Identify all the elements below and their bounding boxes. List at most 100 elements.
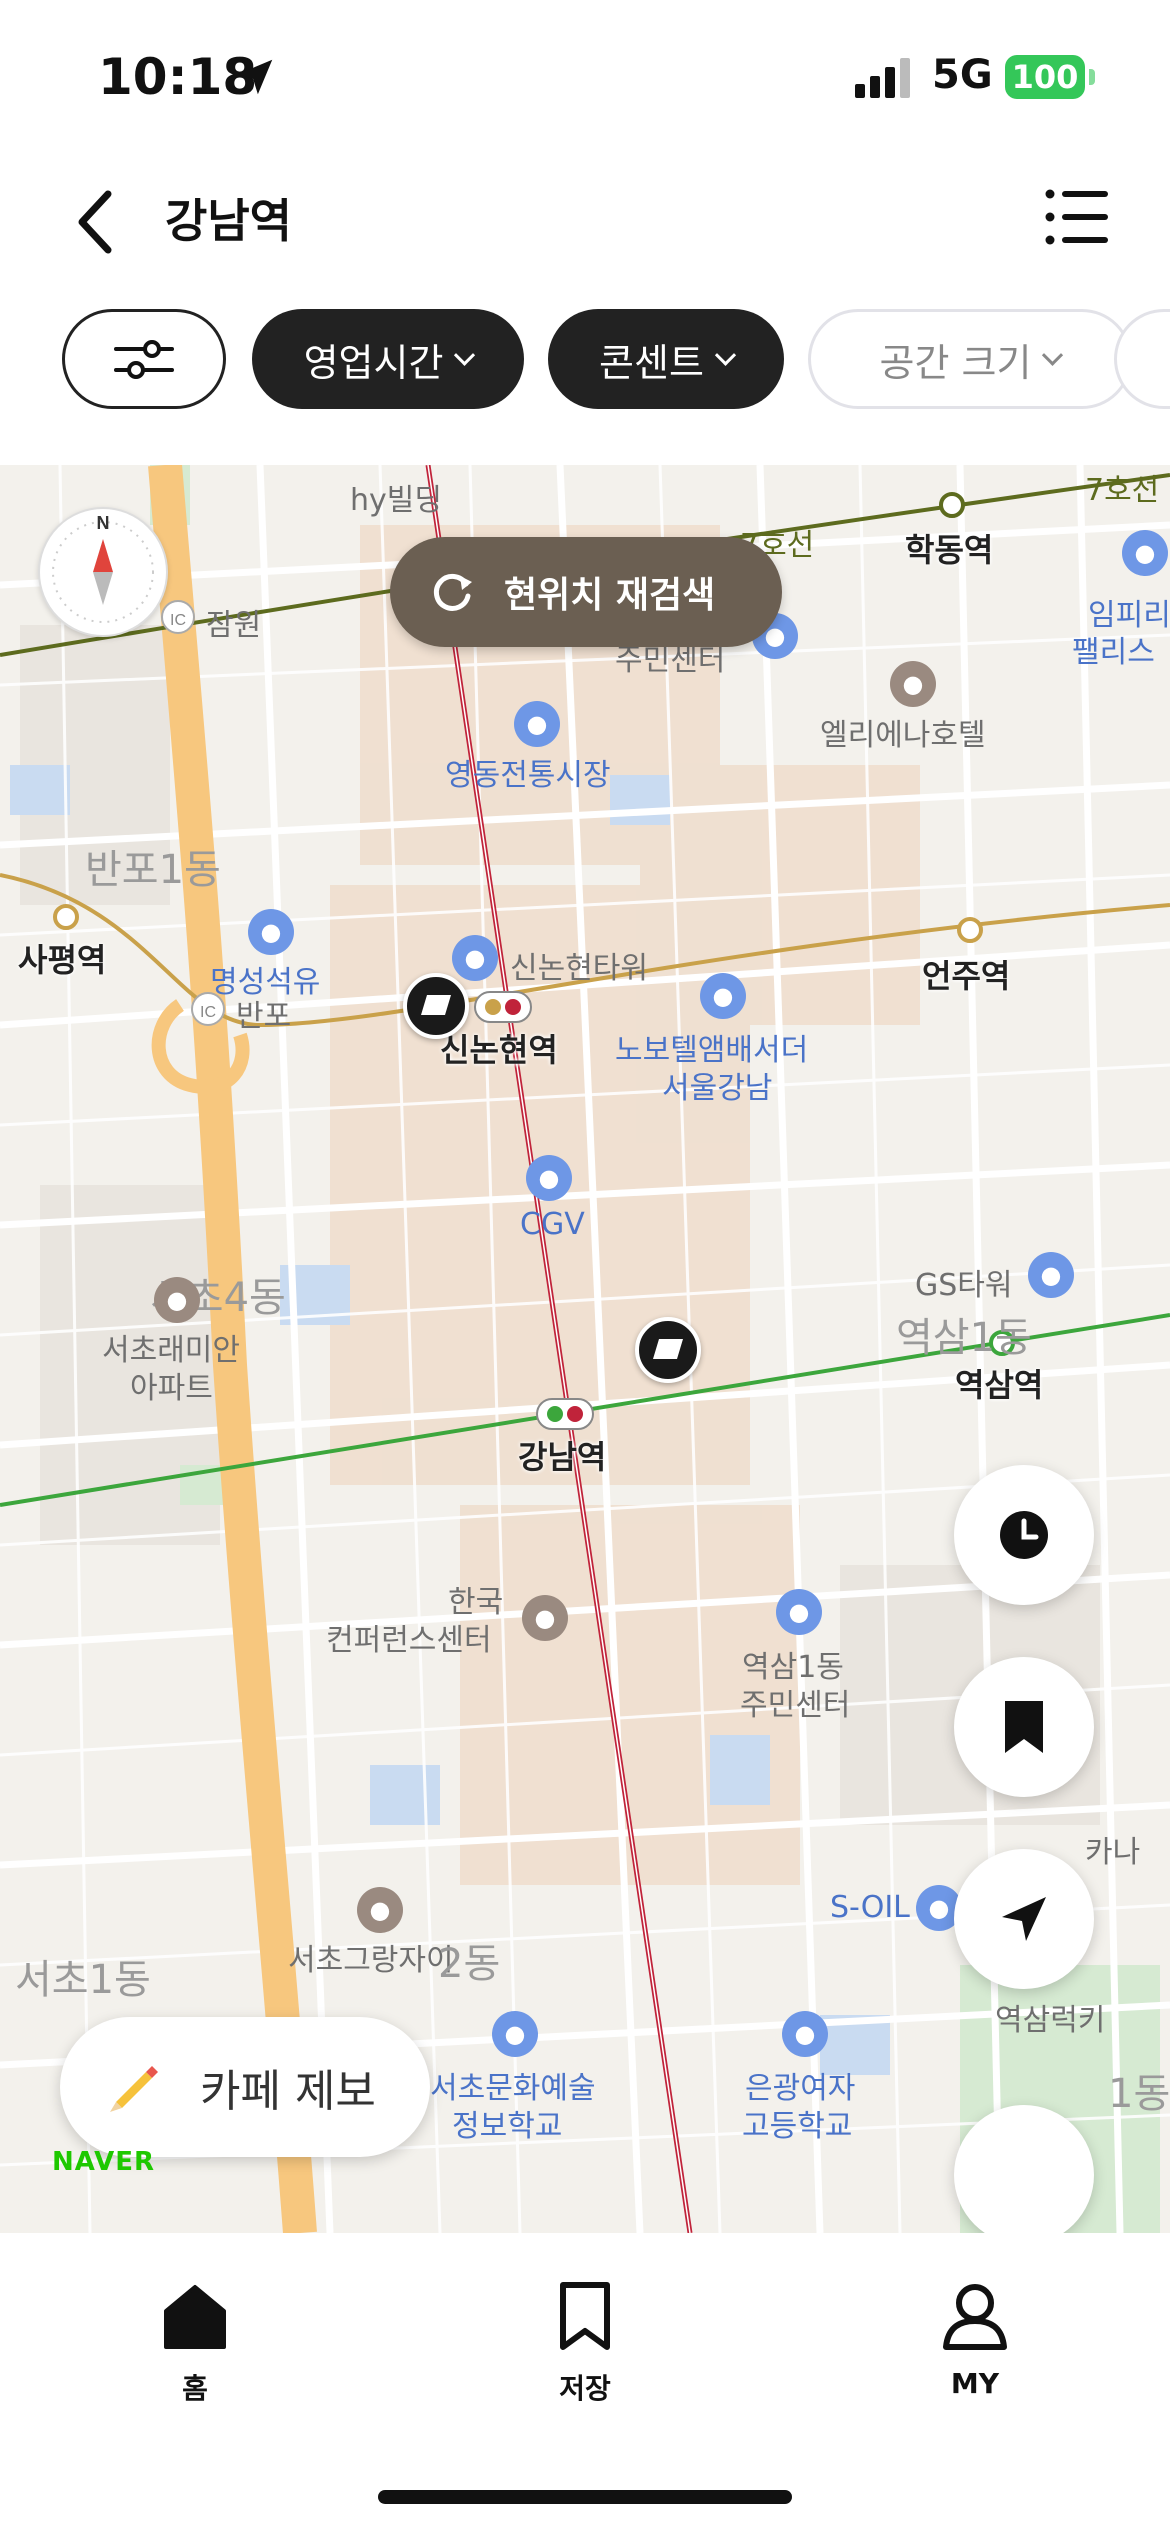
market-poi-icon[interactable]: ● <box>514 701 560 747</box>
map-label-hy: hy빌딩 <box>350 483 442 518</box>
hotel-poi-icon[interactable]: ● <box>890 661 936 707</box>
apartment-poi-icon[interactable]: ● <box>154 1277 200 1323</box>
report-cafe-label: 카페 제보 <box>200 2066 376 2117</box>
map-label-novotel2: 서울강남 <box>662 1071 773 1106</box>
map-label-sinnonhyeon-tower: 신논현타워 <box>510 951 648 986</box>
compass-button[interactable]: N <box>38 507 168 637</box>
map-area-right: 1동 <box>1108 2071 1170 2117</box>
research-label: 현위치 재검색 <box>504 575 716 616</box>
list-view-icon[interactable] <box>1042 182 1112 252</box>
filter-settings-button[interactable] <box>62 309 226 409</box>
home-icon <box>164 2285 226 2349</box>
cinema-poi-icon[interactable]: ● <box>526 1155 572 1201</box>
saved-button[interactable] <box>954 1657 1094 1797</box>
filter-space-size-label: 공간 크기 <box>879 340 1032 385</box>
navigation-arrow-icon <box>1002 1897 1046 1941</box>
status-bar: 10:18 5G 100 <box>0 0 1170 150</box>
map-area-banpo1: 반포1동 <box>85 847 221 893</box>
map-label-seocho-granzai: 서초그랑자이 <box>288 1943 454 1978</box>
app-header: 강남역 <box>0 150 1170 290</box>
compass-north-label: N <box>97 513 110 533</box>
map-label-yeoksam-lucky: 역삼럭키 <box>995 2003 1106 2038</box>
clock-button[interactable] <box>954 2105 1094 2233</box>
map-area-yeoksam1: 역삼1동 <box>896 1315 1032 1361</box>
tab-my[interactable]: MY <box>875 2281 1075 2400</box>
map-label-raemian2: 아파트 <box>130 1371 213 1406</box>
map-area-seocho2: 2동 <box>438 1941 501 1987</box>
filter-hours-label: 영업시간 <box>303 340 444 385</box>
tab-home[interactable]: 홈 <box>95 2281 295 2407</box>
map-label-gangnam: 강남역 <box>518 1438 607 1476</box>
hotel-poi-icon[interactable]: ● <box>1122 530 1168 576</box>
map-label-soil: S-OIL <box>830 1890 910 1925</box>
filter-outlet-chip[interactable]: 콘센트 <box>548 309 784 409</box>
filter-space-size-chip[interactable]: 공간 크기 <box>808 309 1132 409</box>
network-type: 5G <box>932 52 993 98</box>
map-label-gs-tower: GS타워 <box>915 1268 1013 1303</box>
map-label-yeoksam-center2: 주민센터 <box>740 1688 851 1723</box>
hours-button[interactable] <box>954 1465 1094 1605</box>
tab-my-label: MY <box>950 2367 1000 2400</box>
sliders-icon <box>114 340 174 379</box>
map-label-eungwang2: 고등학교 <box>742 2109 853 2144</box>
map-label-cgv: CGV <box>520 1207 585 1242</box>
bottom-tab-bar: 홈 저장 MY <box>0 2233 1170 2532</box>
map-label-kana: 카나 <box>1085 1835 1141 1870</box>
chevron-down-icon <box>1042 344 1064 366</box>
page-title: 강남역 <box>165 194 292 248</box>
cafe-pin-sinnonhyeon[interactable] <box>403 973 469 1039</box>
map-label-arts2: 정보학교 <box>452 2109 563 2144</box>
map-view[interactable]: IC IC hy빌딩 잠원 학동역 7호선 7호선 주민센터 임피리 팰리스 엘… <box>0 465 1170 2233</box>
filter-bar: 영업시간 콘센트 공간 크기 <box>0 305 1170 425</box>
report-cafe-button[interactable]: 카페 제보 <box>60 2017 430 2157</box>
hotel-poi-icon[interactable]: ● <box>700 973 746 1019</box>
civic-poi-icon[interactable]: ● <box>776 1589 822 1635</box>
map-label-sapyeong: 사평역 <box>18 941 107 979</box>
pencil-icon <box>110 2066 158 2112</box>
filter-outlet-label: 콘센트 <box>599 340 704 385</box>
tab-saved[interactable]: 저장 <box>485 2281 685 2407</box>
refresh-icon <box>433 573 472 611</box>
bookmark-icon <box>1005 1701 1043 1753</box>
gas-station-poi-icon[interactable]: ● <box>248 909 294 955</box>
chevron-down-icon <box>454 344 476 366</box>
person-icon <box>943 2284 1007 2350</box>
cafe-pin-gangnam[interactable] <box>635 1317 701 1383</box>
school-poi-icon[interactable]: ● <box>492 2011 538 2057</box>
map-label-jamwon: 잠원 <box>206 608 262 643</box>
filter-next-chip[interactable] <box>1114 309 1170 409</box>
apartment-poi-icon[interactable]: ● <box>357 1887 403 1933</box>
map-label-conference2: 컨퍼런스센터 <box>326 1623 492 1658</box>
back-chevron-icon[interactable] <box>66 182 126 262</box>
map-label-banpo-ic: 반포 <box>236 999 292 1034</box>
location-arrow-icon <box>237 59 273 95</box>
map-label-ellie: 엘리에나호텔 <box>820 718 986 753</box>
svg-text:IC: IC <box>170 612 186 629</box>
tab-saved-label: 저장 <box>559 2372 611 2405</box>
map-label-yeongdong: 영동전통시장 <box>445 758 611 793</box>
svg-text:IC: IC <box>200 1004 216 1021</box>
conference-poi-icon[interactable]: ● <box>522 1595 568 1641</box>
naver-logo: NAVER <box>52 2147 156 2177</box>
compass-icon: N <box>52 513 154 623</box>
map-area-seocho1: 서초1동 <box>15 1957 151 2003</box>
building-poi-icon[interactable]: ● <box>1028 1252 1074 1298</box>
battery-indicator: 100 <box>1005 55 1085 99</box>
chevron-down-icon <box>714 344 737 366</box>
map-label-eonju: 언주역 <box>922 957 1011 995</box>
tab-home-label: 홈 <box>182 2372 208 2405</box>
clock-icon <box>1000 1511 1048 1559</box>
building-poi-icon[interactable]: ● <box>452 935 498 981</box>
filter-hours-chip[interactable]: 영업시간 <box>252 309 524 409</box>
map-label-palace: 팰리스 <box>1072 635 1155 670</box>
map-label-sinnonhyeon: 신논현역 <box>440 1031 558 1069</box>
my-location-button[interactable] <box>954 1849 1094 1989</box>
map-label-line7: 7호선 <box>1085 473 1160 508</box>
bookmark-outline-icon <box>560 2282 610 2350</box>
map-label-yeoksam: 역삼역 <box>955 1366 1044 1404</box>
battery-tip <box>1089 69 1095 85</box>
home-indicator <box>378 2490 792 2504</box>
map-label-hakdong: 학동역 <box>905 531 994 569</box>
school-poi-icon[interactable]: ● <box>782 2011 828 2057</box>
research-here-button[interactable]: 현위치 재검색 <box>390 537 782 647</box>
